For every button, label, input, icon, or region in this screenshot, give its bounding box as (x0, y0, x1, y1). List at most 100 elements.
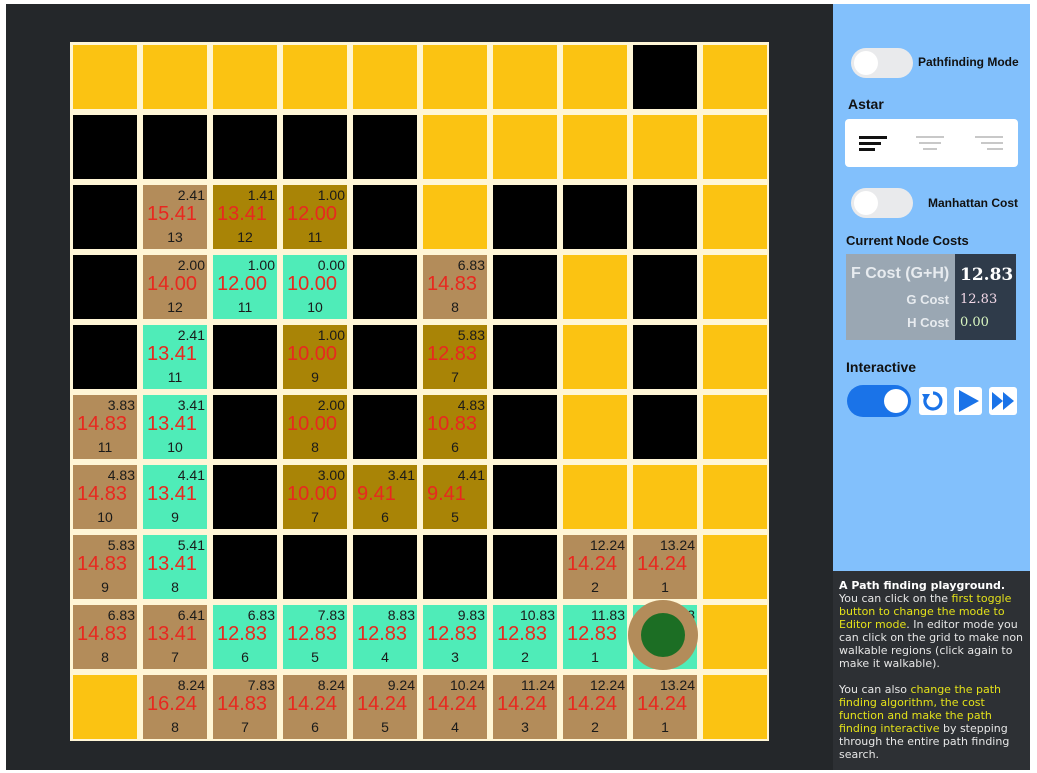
grid-cell[interactable] (143, 115, 207, 179)
reset-button[interactable] (919, 387, 947, 415)
grid-cell[interactable] (563, 45, 627, 109)
grid-cell[interactable] (703, 115, 767, 179)
grid-cell[interactable] (563, 185, 627, 249)
grid-cell[interactable] (633, 465, 697, 529)
grid-cell[interactable]: 10.83 12.83 2 (493, 605, 557, 669)
grid-cell[interactable]: 9.24 14.24 5 (353, 675, 417, 739)
grid-cell[interactable] (633, 185, 697, 249)
grid-cell[interactable] (493, 465, 557, 529)
grid-cell[interactable] (73, 675, 137, 739)
align-center-icon[interactable] (916, 133, 946, 153)
grid-cell[interactable] (633, 395, 697, 459)
grid-cell[interactable] (633, 115, 697, 179)
grid-cell[interactable] (353, 45, 417, 109)
grid-cell[interactable] (213, 395, 277, 459)
grid-cell[interactable] (703, 185, 767, 249)
grid-cell[interactable] (563, 465, 627, 529)
grid-cell[interactable]: 12.24 14.24 2 (563, 675, 627, 739)
grid-cell[interactable] (283, 45, 347, 109)
grid-cell[interactable] (703, 465, 767, 529)
grid-cell[interactable]: 5.83 14.83 9 (73, 535, 137, 599)
grid-cell[interactable]: 13.24 14.24 1 (633, 675, 697, 739)
grid-cell[interactable]: 11.83 12.83 1 (563, 605, 627, 669)
manhattan-cost-toggle[interactable] (851, 188, 913, 218)
grid-cell[interactable]: 10.24 14.24 4 (423, 675, 487, 739)
grid-cell[interactable] (703, 45, 767, 109)
grid-cell[interactable] (213, 45, 277, 109)
grid-cell[interactable]: 4.83 14.83 10 (73, 465, 137, 529)
grid-cell[interactable] (563, 255, 627, 319)
grid-cell[interactable]: 1.00 12.00 11 (283, 185, 347, 249)
grid-cell[interactable] (73, 45, 137, 109)
grid-cell[interactable]: 1.00 12.00 11 (213, 255, 277, 319)
grid-cell[interactable] (73, 255, 137, 319)
grid-cell[interactable]: 5.41 13.41 8 (143, 535, 207, 599)
grid-cell[interactable] (213, 325, 277, 389)
grid-cell[interactable] (283, 115, 347, 179)
step-button[interactable] (954, 387, 982, 415)
grid-cell[interactable] (423, 185, 487, 249)
grid-cell[interactable] (563, 395, 627, 459)
grid-cell[interactable] (493, 255, 557, 319)
grid-cell[interactable]: 3.00 10.00 7 (283, 465, 347, 529)
grid-cell[interactable] (73, 185, 137, 249)
grid-cell[interactable]: 2.00 14.00 12 (143, 255, 207, 319)
grid-cell[interactable]: 9.83 12.83 3 (423, 605, 487, 669)
grid-cell[interactable] (353, 325, 417, 389)
grid-cell[interactable]: 3.41 13.41 10 (143, 395, 207, 459)
grid-cell[interactable]: 6.41 13.41 7 (143, 605, 207, 669)
grid-cell[interactable] (703, 605, 767, 669)
grid-cell[interactable] (73, 325, 137, 389)
grid-cell[interactable] (353, 185, 417, 249)
grid-cell[interactable]: 4.41 13.41 9 (143, 465, 207, 529)
grid-cell[interactable] (493, 185, 557, 249)
grid-cell[interactable]: 8.83 12.83 4 (353, 605, 417, 669)
grid-cell[interactable] (353, 115, 417, 179)
grid-cell[interactable] (423, 45, 487, 109)
grid-cell[interactable] (213, 535, 277, 599)
grid-cell[interactable] (283, 535, 347, 599)
grid-cell[interactable]: 2.41 15.41 13 (143, 185, 207, 249)
grid-cell[interactable] (563, 115, 627, 179)
grid-cell[interactable] (633, 325, 697, 389)
grid-cell[interactable] (493, 395, 557, 459)
grid-cell[interactable]: 2.41 13.41 11 (143, 325, 207, 389)
align-right-icon[interactable] (975, 133, 1005, 153)
grid-cell[interactable] (213, 465, 277, 529)
grid-cell[interactable] (423, 535, 487, 599)
grid-cell[interactable] (563, 325, 627, 389)
grid-cell[interactable]: 7.83 14.83 7 (213, 675, 277, 739)
grid-cell[interactable]: 1.41 13.41 12 (213, 185, 277, 249)
grid-cell[interactable] (703, 255, 767, 319)
grid-cell[interactable] (143, 45, 207, 109)
grid-cell[interactable]: 6.83 14.83 8 (73, 605, 137, 669)
grid-cell[interactable]: 0.00 10.00 10 (283, 255, 347, 319)
grid-cell[interactable]: 6.83 12.83 6 (213, 605, 277, 669)
grid-cell[interactable]: 5.83 12.83 7 (423, 325, 487, 389)
run-button[interactable] (989, 387, 1017, 415)
grid-cell[interactable]: 8.24 16.24 8 (143, 675, 207, 739)
grid-cell[interactable] (493, 115, 557, 179)
grid-cell[interactable] (703, 395, 767, 459)
grid-cell[interactable] (73, 115, 137, 179)
grid-cell[interactable] (633, 255, 697, 319)
grid-cell[interactable]: 13.24 14.24 1 (633, 535, 697, 599)
interactive-toggle[interactable] (847, 385, 911, 417)
pathfinding-mode-toggle[interactable] (851, 48, 913, 78)
grid-cell[interactable]: 8.24 14.24 6 (283, 675, 347, 739)
grid-cell[interactable]: 7.83 12.83 5 (283, 605, 347, 669)
grid-cell[interactable]: 3.83 14.83 11 (73, 395, 137, 459)
grid-cell[interactable] (493, 325, 557, 389)
grid-cell[interactable]: 11.24 14.24 3 (493, 675, 557, 739)
grid-cell[interactable] (423, 115, 487, 179)
grid-cell[interactable]: 2.00 10.00 8 (283, 395, 347, 459)
grid-cell[interactable] (703, 325, 767, 389)
grid-cell[interactable]: 4.41 9.41 5 (423, 465, 487, 529)
grid-cell[interactable] (703, 535, 767, 599)
grid-cell[interactable] (353, 535, 417, 599)
grid-cell[interactable] (703, 675, 767, 739)
grid-cell[interactable]: 12.24 14.24 2 (563, 535, 627, 599)
grid-cell[interactable] (353, 255, 417, 319)
grid-cell[interactable] (493, 535, 557, 599)
grid-cell[interactable]: 6.83 14.83 8 (423, 255, 487, 319)
